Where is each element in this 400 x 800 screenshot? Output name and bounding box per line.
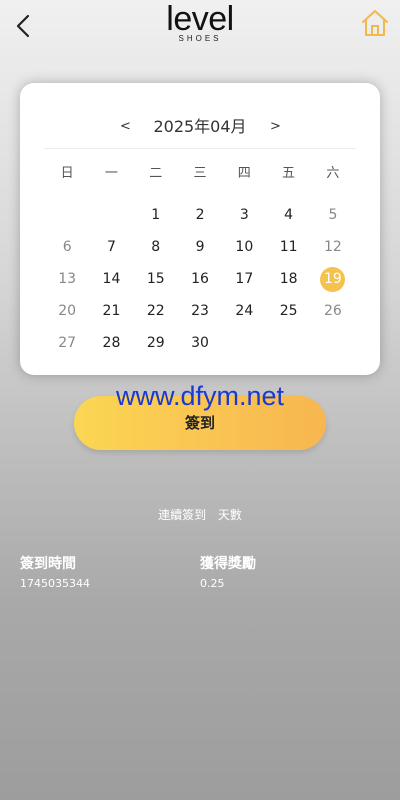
reward-header: 獲得獎勵 xyxy=(200,556,256,572)
day-cell[interactable]: 8 xyxy=(134,231,178,263)
weekday-label: 一 xyxy=(104,166,118,181)
day-cell[interactable]: 15 xyxy=(134,263,178,295)
day-cell[interactable]: 7 xyxy=(89,231,133,263)
day-cell[interactable]: 11 xyxy=(266,231,310,263)
weekday-label: 日 xyxy=(60,166,74,181)
header: level SHOES xyxy=(0,0,400,52)
weekday-label: 五 xyxy=(282,166,296,181)
day-cell[interactable]: 16 xyxy=(178,263,222,295)
day-blank xyxy=(45,199,89,231)
sign-time-value: 1745035344 xyxy=(20,577,90,590)
day-blank xyxy=(89,199,133,231)
weekday-label: 二 xyxy=(149,166,163,181)
brand-logo: level SHOES xyxy=(0,2,400,43)
day-cell[interactable]: 26 xyxy=(311,295,355,327)
day-cell[interactable]: 30 xyxy=(178,327,222,359)
weekday-label: 三 xyxy=(193,166,207,181)
day-cell[interactable]: 25 xyxy=(266,295,310,327)
day-cell[interactable]: 27 xyxy=(45,327,89,359)
day-cell[interactable]: 23 xyxy=(178,295,222,327)
day-cell[interactable]: 3 xyxy=(222,199,266,231)
logo-main-text: level xyxy=(166,0,234,38)
day-cell[interactable]: 21 xyxy=(89,295,133,327)
weekday-label: 六 xyxy=(326,166,340,181)
sign-time-header: 簽到時間 xyxy=(20,556,76,572)
streak-unit: 天數 xyxy=(217,508,242,522)
day-cell[interactable]: 6 xyxy=(45,231,89,263)
day-cell[interactable]: 14 xyxy=(89,263,133,295)
reward-value: 0.25 xyxy=(200,577,225,590)
day-cell[interactable]: 24 xyxy=(222,295,266,327)
home-icon xyxy=(362,10,388,36)
day-cell[interactable]: 28 xyxy=(89,327,133,359)
day-cell[interactable]: 22 xyxy=(134,295,178,327)
weekday-label: 四 xyxy=(237,166,251,181)
streak-info: 連續簽到 天數 xyxy=(0,506,400,523)
streak-label: 連續簽到 xyxy=(158,508,207,522)
day-cell[interactable]: 12 xyxy=(311,231,355,263)
month-label: 2025年04月 xyxy=(153,117,247,136)
day-cell[interactable]: 20 xyxy=(45,295,89,327)
day-cell[interactable]: 10 xyxy=(222,231,266,263)
day-cell[interactable]: 13 xyxy=(45,263,89,295)
day-cell-today[interactable]: 19 xyxy=(311,263,355,295)
weekday-row: 日一二三四五六 xyxy=(45,162,355,181)
day-grid: 1 2 3 4 5 6 7 8 9 10 11 12 13 14 15 16 17 18 19 20 21 22 23 24 2… xyxy=(45,199,355,359)
day-cell[interactable]: 17 xyxy=(222,263,266,295)
next-month-button[interactable]: > xyxy=(270,119,281,134)
calendar-divider xyxy=(44,148,356,149)
sign-in-button[interactable]: 簽到 xyxy=(74,396,326,450)
home-button[interactable] xyxy=(360,8,390,38)
day-cell[interactable]: 9 xyxy=(178,231,222,263)
logo-sub-text: SHOES xyxy=(178,34,222,43)
day-cell[interactable]: 5 xyxy=(311,199,355,231)
day-cell[interactable]: 2 xyxy=(178,199,222,231)
day-cell[interactable]: 4 xyxy=(266,199,310,231)
day-cell[interactable]: 18 xyxy=(266,263,310,295)
day-cell[interactable]: 1 xyxy=(134,199,178,231)
calendar-card: < 2025年04月 > 日一二三四五六 1 2 3 4 5 6 7 8 9 10 11 12 13 14… xyxy=(20,83,380,375)
day-cell[interactable]: 29 xyxy=(134,327,178,359)
